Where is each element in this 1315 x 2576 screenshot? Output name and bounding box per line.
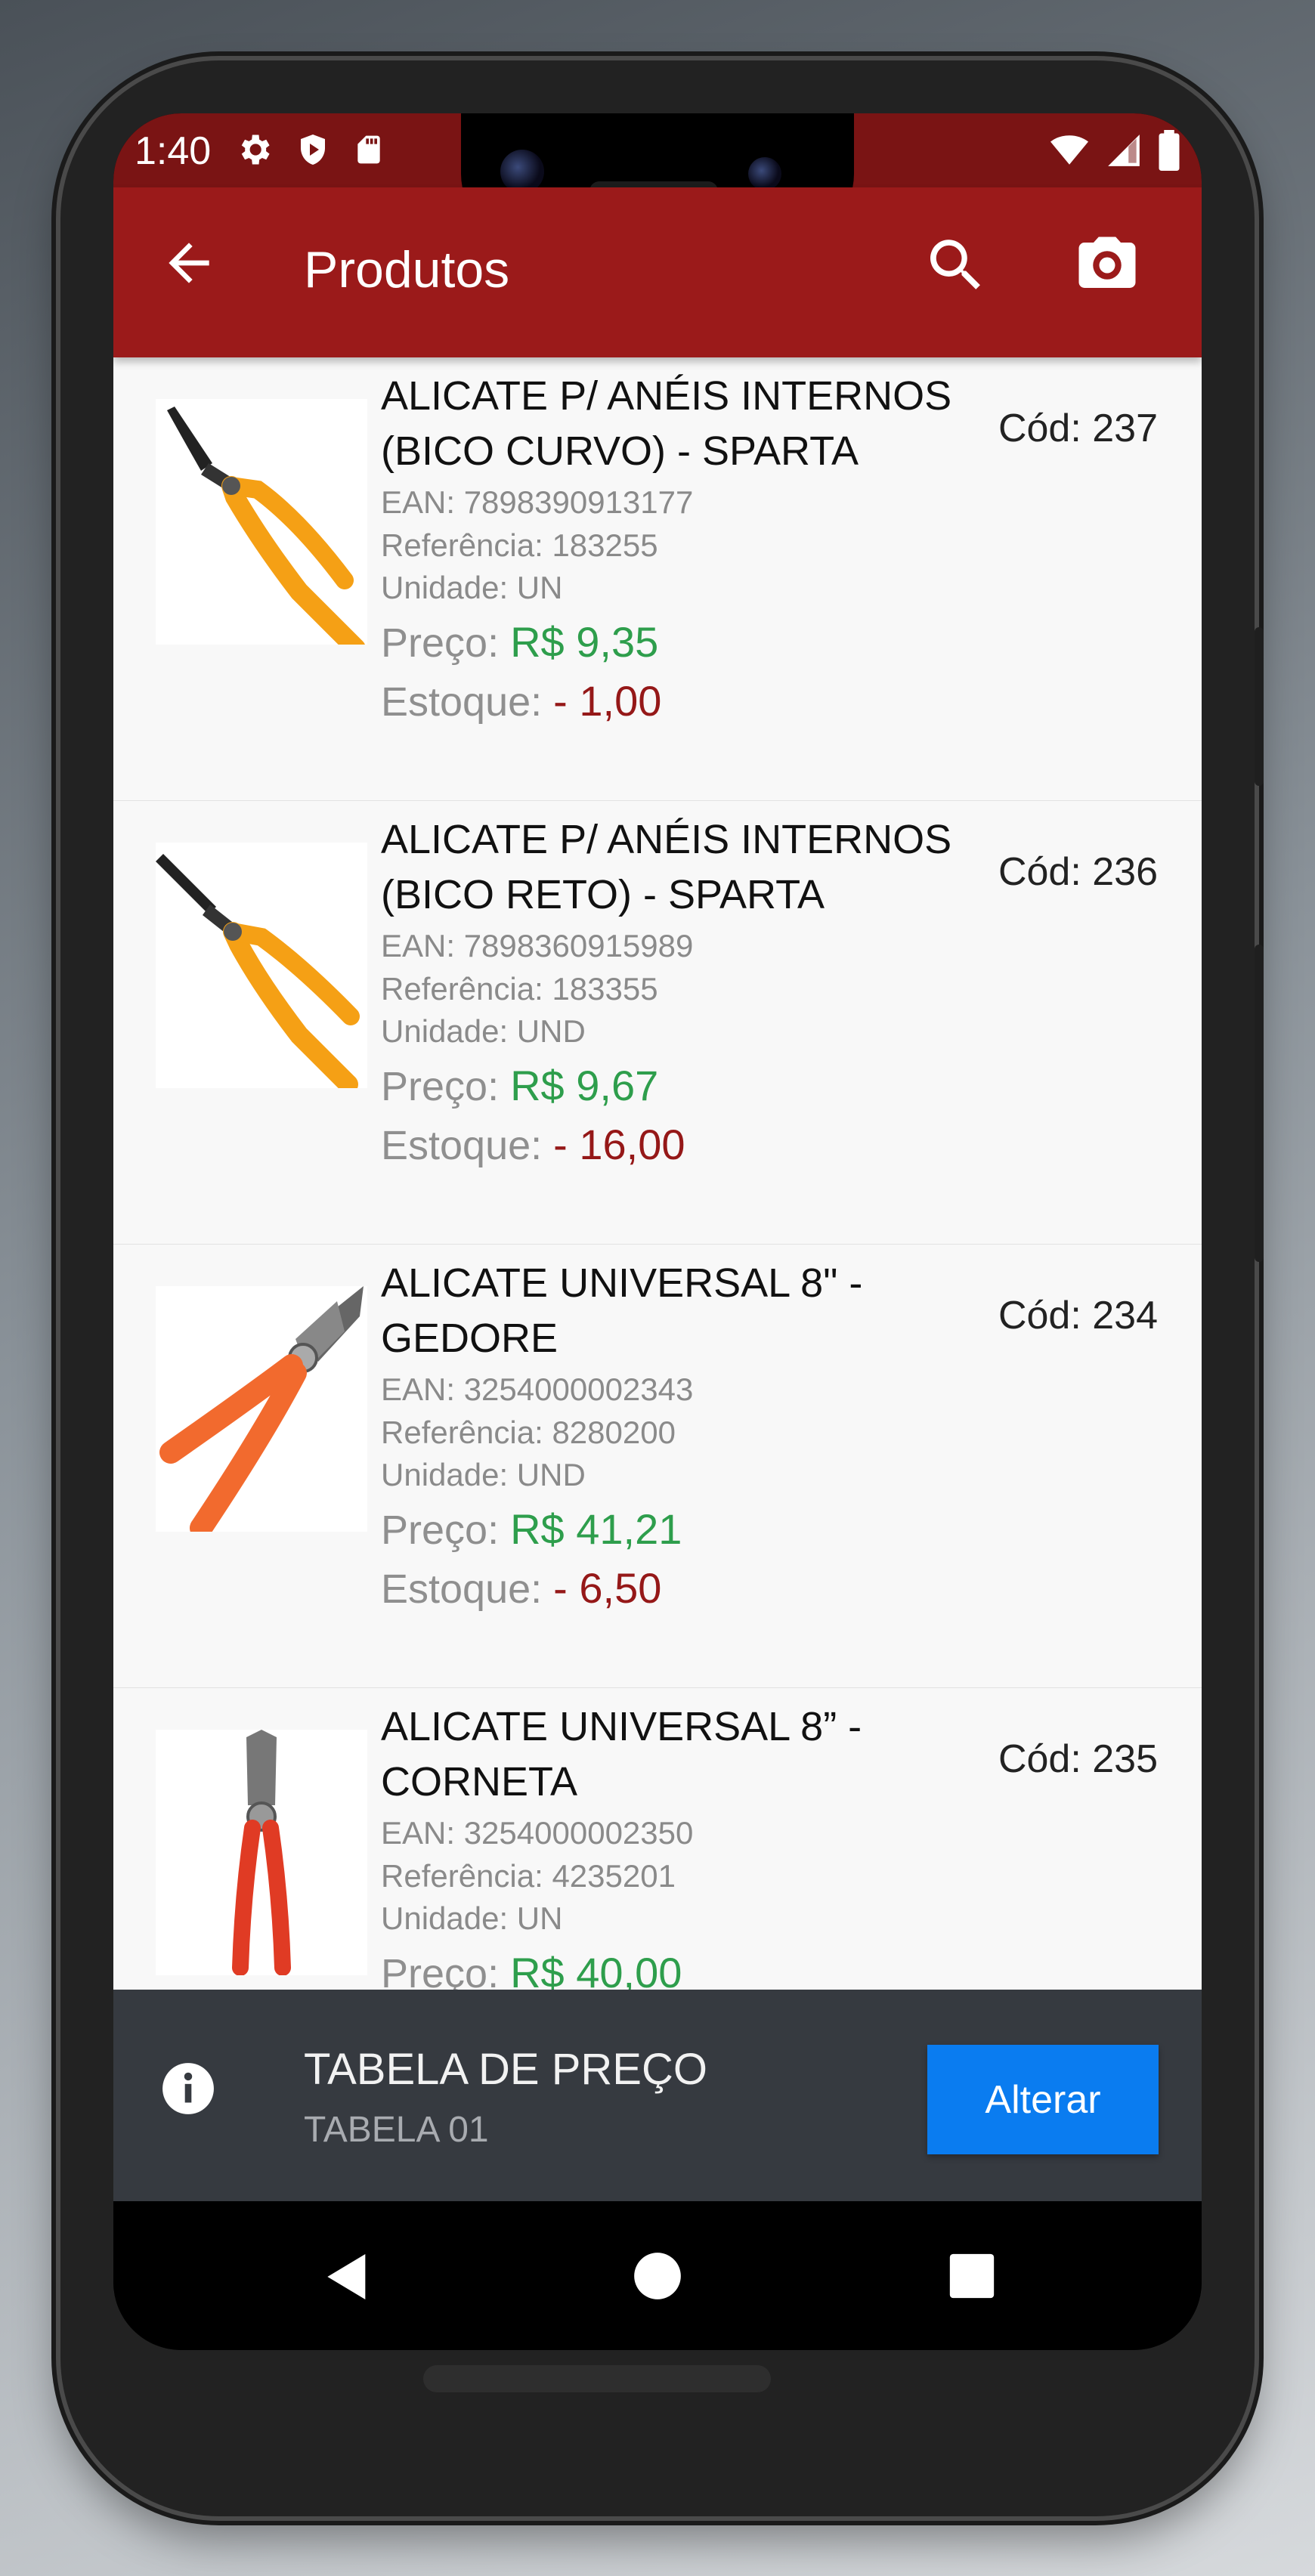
- product-reference: Referência: 4235201: [381, 1858, 676, 1894]
- price-label: Preço:: [381, 1508, 500, 1553]
- nav-home-icon[interactable]: [630, 2248, 685, 2304]
- straight-snap-ring-pliers-image: [156, 843, 367, 1094]
- stock-row: Estoque: - 1,00: [381, 676, 661, 725]
- product-name: ALICATE P/ ANÉIS INTERNOS (BICO RETO) - …: [381, 817, 952, 917]
- phone-screen: 1:40 Produtos ALICATE P/ ANÉIS INTERNOS …: [113, 113, 1202, 2350]
- settings-gear-icon: [241, 135, 270, 165]
- product-ean: EAN: 7898390913177: [381, 484, 694, 520]
- power-button: [1255, 627, 1264, 786]
- volume-button: [1255, 945, 1264, 1262]
- price-value: R$ 9,67: [510, 1062, 659, 1109]
- stock-label: Estoque:: [381, 1123, 543, 1168]
- page-title: Produtos: [304, 241, 510, 298]
- stock-value: - 6,50: [553, 1564, 662, 1612]
- curved-snap-ring-pliers-image: [156, 399, 367, 658]
- product-name: ALICATE P/ ANÉIS INTERNOS (BICO CURVO) -…: [381, 373, 952, 474]
- product-unit: Unidade: UND: [381, 1457, 586, 1492]
- price-row: Preço: R$ 40,00: [381, 1948, 682, 1990]
- wifi-icon: [1050, 135, 1088, 165]
- product-reference: Referência: 183355: [381, 971, 658, 1007]
- price-table-value: TABELA 01: [304, 2110, 489, 2150]
- system-nav-bar: [113, 2201, 1202, 2350]
- product-unit: Unidade: UN: [381, 570, 563, 605]
- product-list-item[interactable]: ALICATE UNIVERSAL 8” - CORNETA Cód: 235 …: [113, 1688, 1202, 1990]
- product-ean: EAN: 3254000002350: [381, 1815, 694, 1851]
- price-row: Preço: R$ 9,67: [381, 1061, 658, 1110]
- price-row: Preço: R$ 41,21: [381, 1504, 682, 1554]
- shield-icon: [301, 135, 325, 165]
- product-code: Cód: 237: [998, 407, 1158, 450]
- price-value: R$ 41,21: [510, 1505, 682, 1553]
- product-ean: EAN: 7898360915989: [381, 928, 694, 963]
- price-label: Preço:: [381, 1951, 500, 1990]
- back-arrow-icon[interactable]: [159, 233, 219, 293]
- app-bar: Produtos: [113, 187, 1202, 357]
- price-value: R$ 40,00: [510, 1949, 682, 1990]
- home-indicator-bar: [423, 2365, 771, 2392]
- product-list-item[interactable]: ALICATE UNIVERSAL 8" - GEDORE Cód: 234 E…: [113, 1245, 1202, 1689]
- change-price-table-button[interactable]: Alterar: [927, 2045, 1159, 2154]
- product-reference: Referência: 183255: [381, 527, 658, 563]
- product-name: ALICATE UNIVERSAL 8" - GEDORE: [381, 1260, 863, 1361]
- battery-icon: [1159, 130, 1180, 171]
- stock-row: Estoque: - 6,50: [381, 1563, 661, 1613]
- camera-icon[interactable]: [1073, 231, 1141, 299]
- product-reference: Referência: 8280200: [381, 1415, 676, 1450]
- stock-label: Estoque:: [381, 679, 543, 725]
- nav-back-icon[interactable]: [317, 2247, 378, 2307]
- nav-recents-icon[interactable]: [945, 2250, 998, 2302]
- price-label: Preço:: [381, 1064, 500, 1109]
- sd-card-icon: [357, 135, 380, 164]
- stock-value: - 16,00: [553, 1121, 685, 1168]
- product-list[interactable]: ALICATE P/ ANÉIS INTERNOS (BICO CURVO) -…: [113, 357, 1202, 1990]
- product-code: Cód: 234: [998, 1294, 1158, 1337]
- stock-value: - 1,00: [553, 677, 662, 725]
- price-table-bar: TABELA DE PREÇO TABELA 01 Alterar: [113, 1990, 1202, 2201]
- price-value: R$ 9,35: [510, 618, 659, 666]
- product-list-item[interactable]: ALICATE P/ ANÉIS INTERNOS (BICO CURVO) -…: [113, 357, 1202, 802]
- universal-pliers-red-image: [156, 1730, 367, 1976]
- status-time: 1:40: [135, 129, 212, 173]
- product-list-item[interactable]: ALICATE P/ ANÉIS INTERNOS (BICO RETO) - …: [113, 801, 1202, 1245]
- search-icon[interactable]: [922, 231, 990, 299]
- product-unit: Unidade: UN: [381, 1900, 563, 1936]
- product-name: ALICATE UNIVERSAL 8” - CORNETA: [381, 1704, 862, 1804]
- front-sensor: [748, 157, 781, 190]
- price-label: Preço:: [381, 620, 500, 666]
- signal-icon: [1108, 135, 1140, 166]
- stock-label: Estoque:: [381, 1566, 543, 1612]
- stock-row: Estoque: - 16,00: [381, 1120, 685, 1169]
- product-code: Cód: 236: [998, 850, 1158, 894]
- price-table-title: TABELA DE PREÇO: [304, 2045, 707, 2094]
- product-ean: EAN: 3254000002343: [381, 1371, 694, 1407]
- product-unit: Unidade: UND: [381, 1013, 586, 1049]
- universal-pliers-orange-image: [156, 1286, 367, 1539]
- price-row: Preço: R$ 9,35: [381, 617, 658, 666]
- info-icon: [162, 2063, 214, 2114]
- product-code: Cód: 235: [998, 1737, 1158, 1781]
